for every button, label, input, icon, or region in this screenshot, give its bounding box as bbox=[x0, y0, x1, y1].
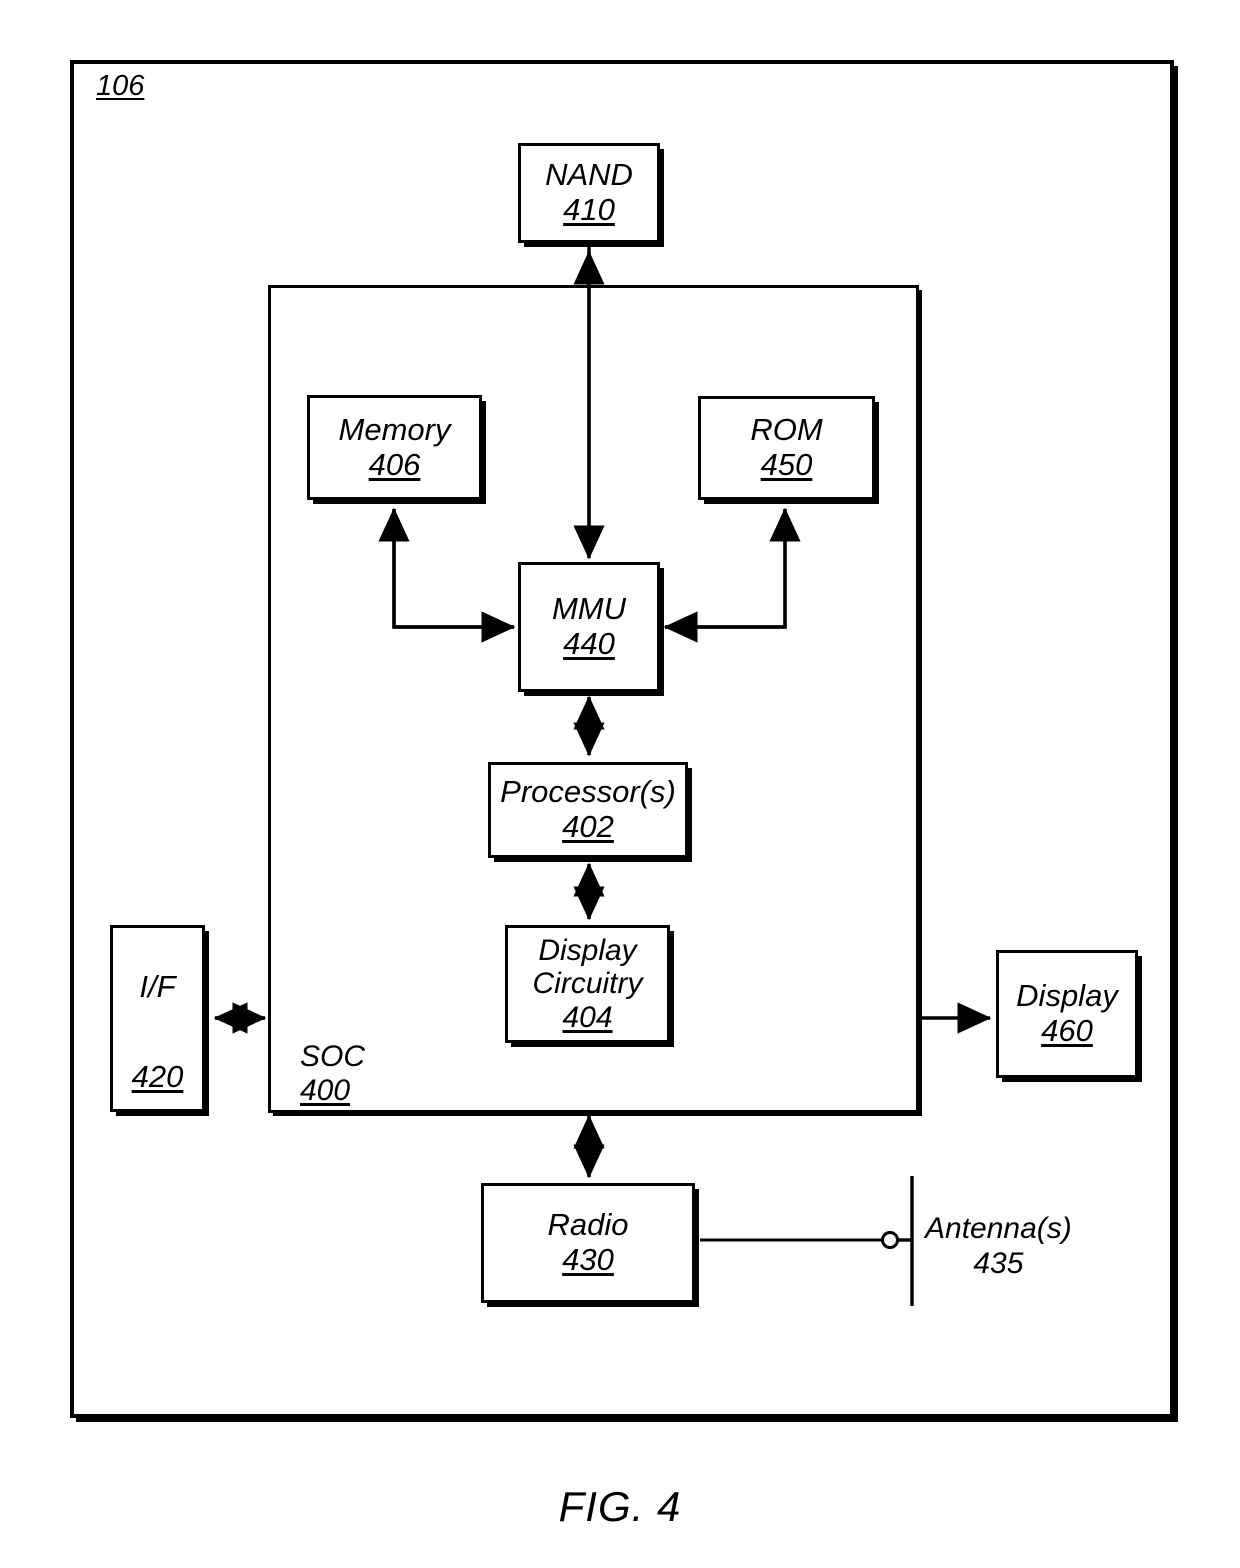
block-antenna-label: Antenna(s) 435 bbox=[925, 1211, 1072, 1282]
block-memory-number: 406 bbox=[368, 446, 421, 482]
block-display-circuitry-label-line2: Circuitry bbox=[532, 967, 643, 1001]
block-processor-number: 402 bbox=[562, 809, 614, 844]
soc-label: SOC 400 bbox=[300, 1040, 365, 1107]
block-display-number: 460 bbox=[1041, 1013, 1093, 1048]
block-processor-label: Processor(s) bbox=[500, 774, 676, 810]
block-antenna-label-text: Antenna(s) bbox=[925, 1212, 1072, 1245]
block-interface-label: I/F bbox=[139, 969, 176, 1004]
block-display[interactable]: Display 460 bbox=[996, 950, 1138, 1078]
block-rom[interactable]: ROM 450 bbox=[698, 396, 875, 500]
block-interface-number: 420 bbox=[131, 1059, 184, 1095]
block-radio-number: 430 bbox=[562, 1242, 614, 1277]
block-interface[interactable]: I/F 420 bbox=[110, 925, 205, 1112]
block-antenna-number: 435 bbox=[973, 1247, 1024, 1281]
block-memory[interactable]: Memory 406 bbox=[307, 395, 482, 500]
figure-caption: FIG. 4 bbox=[558, 1483, 682, 1530]
block-radio[interactable]: Radio 430 bbox=[481, 1183, 695, 1303]
block-mmu-number: 440 bbox=[563, 626, 615, 661]
block-nand-number: 410 bbox=[563, 192, 615, 227]
soc-label-text: SOC bbox=[300, 1040, 366, 1073]
block-memory-label: Memory bbox=[338, 411, 451, 447]
block-display-label: Display bbox=[1016, 978, 1118, 1014]
block-radio-label: Radio bbox=[547, 1207, 629, 1243]
block-nand-label: NAND bbox=[545, 157, 633, 193]
soc-label-number: 400 bbox=[300, 1073, 351, 1107]
block-rom-number: 450 bbox=[760, 447, 813, 482]
block-processor[interactable]: Processor(s) 402 bbox=[488, 762, 688, 858]
block-mmu-label: MMU bbox=[551, 591, 627, 627]
block-mmu[interactable]: MMU 440 bbox=[518, 562, 660, 692]
patent-figure-page: 106 SOC 400 NAND 410 Memory 406 ROM 450 … bbox=[0, 0, 1240, 1568]
block-display-circuitry-number: 404 bbox=[562, 1000, 613, 1034]
block-nand[interactable]: NAND 410 bbox=[518, 143, 660, 243]
block-display-circuitry[interactable]: Display Circuitry 404 bbox=[505, 925, 670, 1043]
device-reference-number: 106 bbox=[96, 70, 145, 102]
block-display-circuitry-label-line1: Display bbox=[538, 933, 637, 967]
block-rom-label: ROM bbox=[750, 412, 823, 448]
